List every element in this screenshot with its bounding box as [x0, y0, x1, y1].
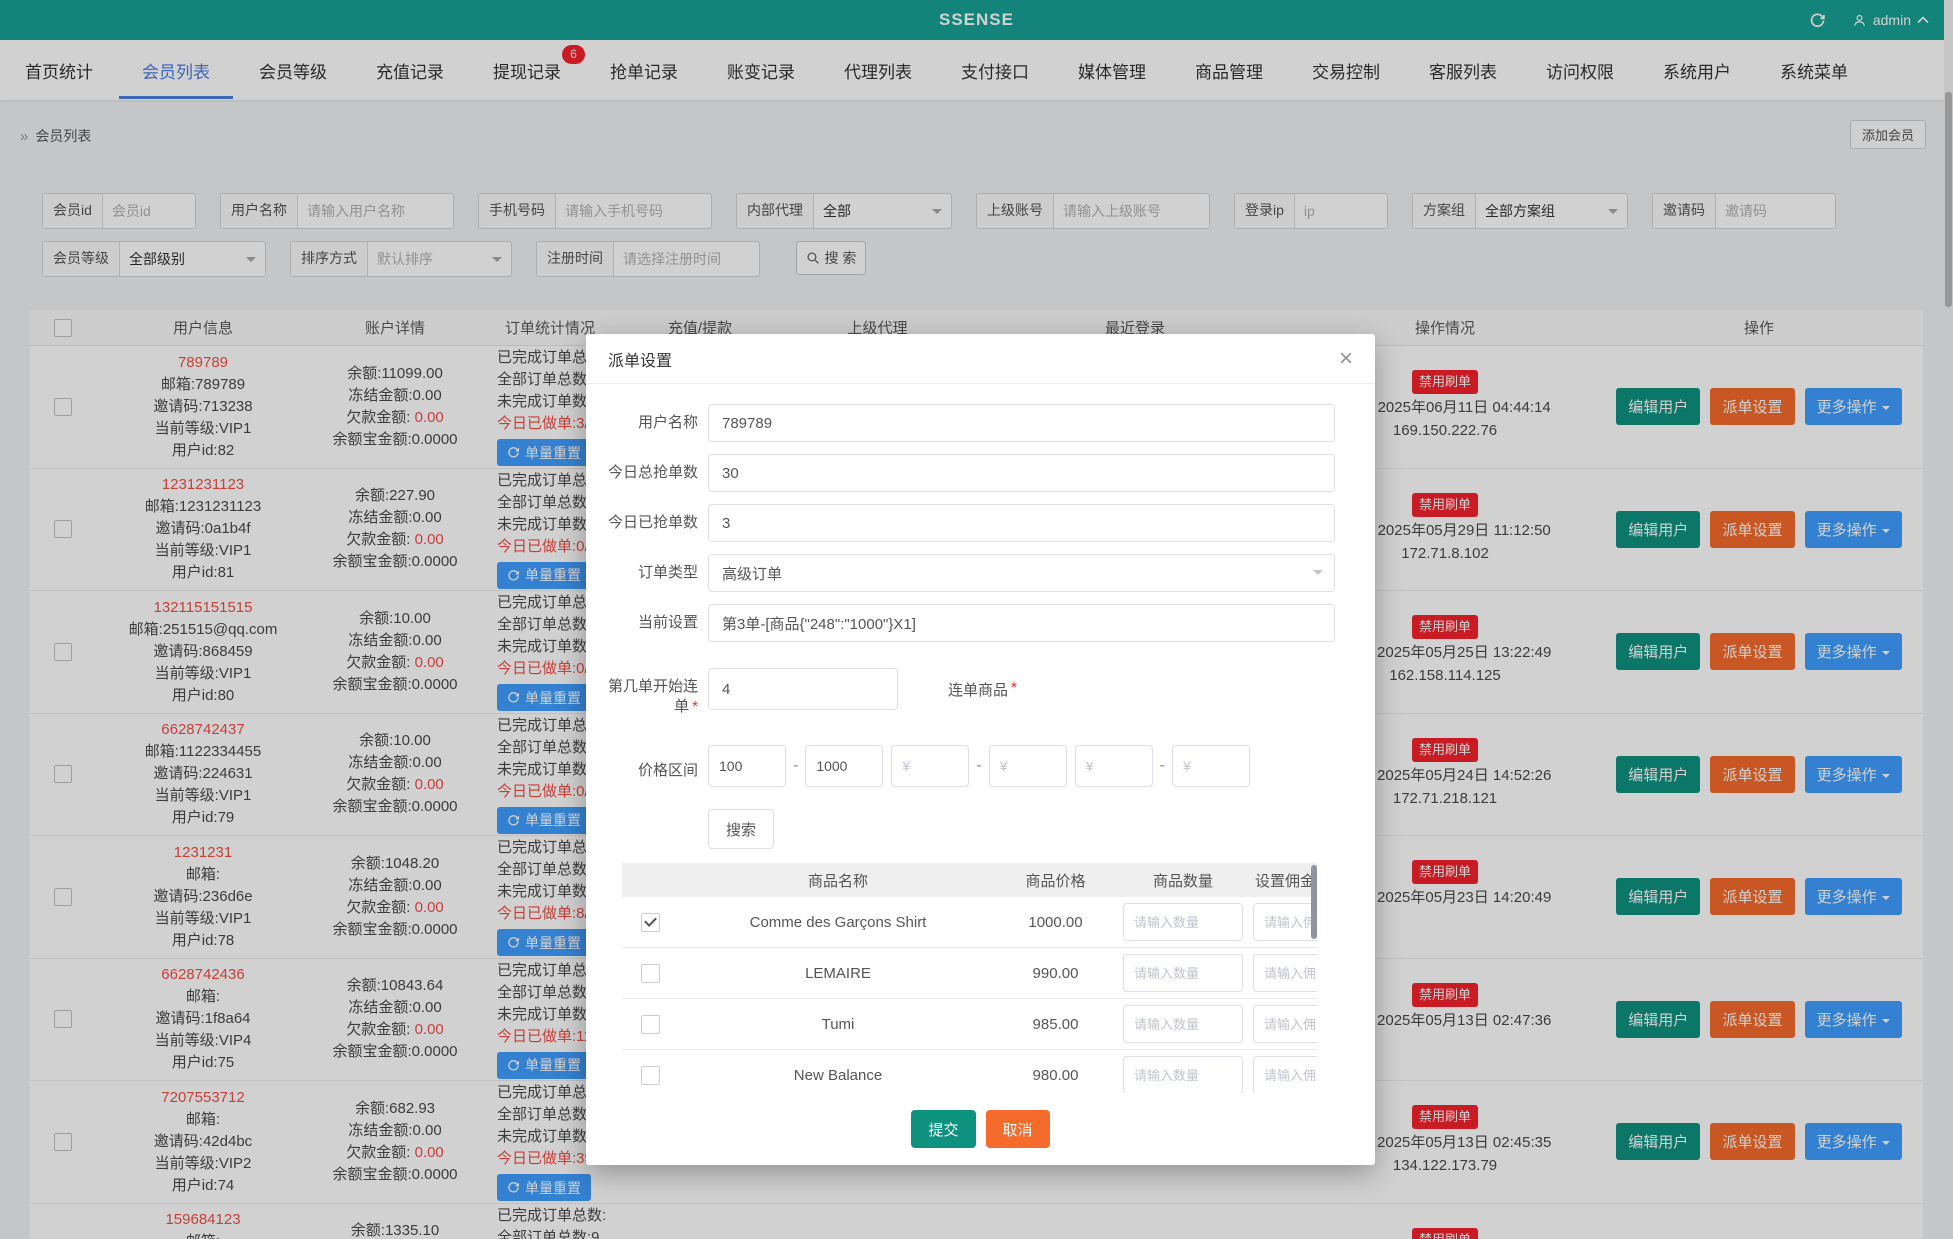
cancel-button[interactable]: 取消: [986, 1110, 1050, 1148]
dispatch-settings-modal: 派单设置 × 用户名称 今日总抢单数 今日已抢单数 订单类型: [586, 334, 1375, 1165]
product-search-button[interactable]: 搜索: [708, 809, 774, 849]
price-max-input-2[interactable]: [989, 745, 1067, 787]
product-name: LEMAIRE: [678, 965, 998, 982]
today-total-input[interactable]: [708, 454, 1335, 492]
product-row: Tumi 985.00: [622, 999, 1317, 1050]
col-product-name: 商品名称: [678, 870, 998, 891]
product-checkbox[interactable]: [641, 1015, 660, 1034]
submit-button[interactable]: 提交: [911, 1110, 975, 1148]
product-row: LEMAIRE 990.00: [622, 948, 1317, 999]
price-max-input-1[interactable]: [805, 745, 883, 787]
product-scrollbar-thumb[interactable]: [1311, 865, 1317, 939]
today-done-input[interactable]: [708, 504, 1335, 542]
col-product-qty: 商品数量: [1113, 870, 1253, 891]
order-type-select[interactable]: [708, 554, 1335, 592]
product-price: 980.00: [998, 1067, 1113, 1084]
quantity-input[interactable]: [1123, 954, 1243, 992]
username-input[interactable]: [708, 404, 1335, 442]
username-label: 用户名称: [606, 404, 698, 442]
commission-input[interactable]: [1253, 954, 1317, 992]
product-name: Tumi: [678, 1016, 998, 1033]
admin-page: SSENSE admin 首页统计 会员列表 会员等级 充值记录 提现记录 6 …: [0, 0, 1953, 1239]
quantity-input[interactable]: [1123, 903, 1243, 941]
product-table: 商品名称 商品价格 商品数量 设置佣金 Comme des Garçons Sh…: [622, 863, 1317, 1093]
product-name: New Balance: [678, 1067, 998, 1084]
modal-title: 派单设置: [608, 347, 672, 371]
product-table-header: 商品名称 商品价格 商品数量 设置佣金: [622, 863, 1317, 897]
chevron-down-icon: [1313, 570, 1323, 580]
price-min-input-3[interactable]: [1075, 745, 1153, 787]
required-asterisk: *: [692, 698, 698, 715]
current-setting-input[interactable]: [708, 604, 1335, 642]
product-name: Comme des Garçons Shirt: [678, 914, 998, 931]
product-price: 1000.00: [998, 914, 1113, 931]
col-product-price: 商品价格: [998, 870, 1113, 891]
product-checkbox[interactable]: [641, 964, 660, 983]
today-total-label: 今日总抢单数: [606, 454, 698, 492]
product-checkbox[interactable]: [641, 1066, 660, 1085]
product-checkbox[interactable]: [641, 913, 660, 932]
product-price: 985.00: [998, 1016, 1113, 1033]
product-price: 990.00: [998, 965, 1113, 982]
quantity-input[interactable]: [1123, 1056, 1243, 1093]
commission-input[interactable]: [1253, 1005, 1317, 1043]
commission-input[interactable]: [1253, 903, 1317, 941]
current-setting-label: 当前设置: [606, 604, 698, 642]
product-row: New Balance 980.00: [622, 1050, 1317, 1093]
price-range-label: 价格区间: [606, 752, 698, 781]
price-min-input-2[interactable]: [891, 745, 969, 787]
required-asterisk: *: [1011, 679, 1017, 696]
product-row: Comme des Garçons Shirt 1000.00: [622, 897, 1317, 948]
commission-input[interactable]: [1253, 1056, 1317, 1093]
order-type-label: 订单类型: [606, 554, 698, 592]
col-product-fee: 设置佣金: [1253, 870, 1317, 891]
price-min-input-1[interactable]: [708, 745, 786, 787]
start-order-label: 第几单开始连单*: [606, 668, 698, 717]
today-done-label: 今日已抢单数: [606, 504, 698, 542]
chain-goods-label: 连单商品*: [948, 668, 1017, 717]
start-order-input[interactable]: [708, 668, 898, 710]
close-icon[interactable]: ×: [1339, 347, 1353, 371]
price-max-input-3[interactable]: [1172, 745, 1250, 787]
quantity-input[interactable]: [1123, 1005, 1243, 1043]
